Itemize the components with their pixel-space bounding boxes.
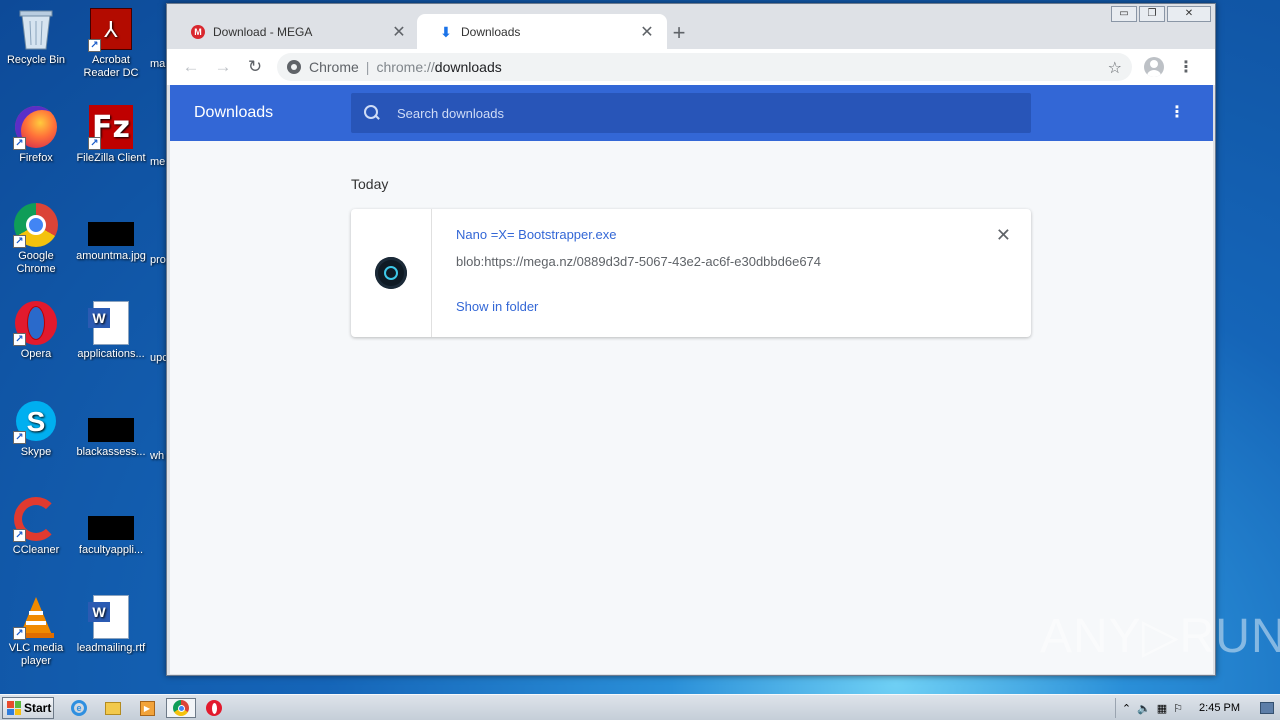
- download-item-icon-column: [351, 209, 432, 337]
- shortcut-arrow-icon: ↗: [13, 137, 26, 150]
- shortcut-arrow-icon: ↗: [13, 627, 26, 640]
- anyrun-watermark: ANY▷RUN: [1040, 610, 1280, 663]
- start-button[interactable]: Start: [2, 697, 54, 719]
- browser-toolbar: ← → ↻ Chrome | chrome:// downloads ☆ ⋮: [167, 49, 1215, 85]
- show-desktop-icon[interactable]: [1260, 702, 1274, 714]
- desktop-icon-acrobat[interactable]: ⅄ ↗ Acrobat Reader DC: [75, 6, 147, 80]
- tab-title: Download - MEGA: [213, 24, 313, 39]
- desktop-icon-firefox[interactable]: ↗ Firefox: [0, 104, 72, 165]
- acrobat-icon: ⅄ ↗: [88, 6, 134, 52]
- system-tray: ⌃ 🔈 ▦ ⚐ 2:45 PM: [1114, 695, 1280, 720]
- partial-label: pro: [150, 254, 166, 266]
- taskbar: Start e ▶ ⌃ 🔈 ▦ ⚐ 2:45 PM: [0, 694, 1280, 720]
- remove-download-icon[interactable]: ✕: [996, 225, 1011, 246]
- shortcut-arrow-icon: ↗: [88, 39, 101, 52]
- skype-icon: S ↗: [13, 398, 59, 444]
- desktop-icon-ccleaner[interactable]: ↗ CCleaner: [0, 496, 72, 557]
- taskbar-explorer-icon[interactable]: [102, 698, 124, 718]
- shortcut-arrow-icon: ↗: [13, 431, 26, 444]
- clock[interactable]: 2:45 PM: [1199, 702, 1240, 714]
- tab-strip: M Download - MEGA ✕ ⬇ Downloads ✕ +: [167, 12, 1215, 49]
- desktop-icon-leadmailing[interactable]: W leadmailing.rtf: [75, 594, 147, 655]
- omnibox-scheme-label: Chrome: [309, 59, 359, 75]
- download-item: Nano =X= Bootstrapper.exe blob:https://m…: [351, 209, 1031, 337]
- file-icon: [88, 398, 134, 444]
- partial-label: wh: [150, 450, 165, 462]
- shortcut-arrow-icon: ↗: [13, 333, 26, 346]
- word-document-icon: W: [88, 300, 134, 346]
- desktop-icon-google-chrome[interactable]: ↗ Google Chrome: [0, 202, 72, 276]
- download-file-name-link[interactable]: Nano =X= Bootstrapper.exe: [456, 227, 1007, 242]
- word-document-icon: W: [88, 594, 134, 640]
- downloads-page: Downloads ⋮ Today Nano =X= Bootstrapper.…: [170, 85, 1213, 674]
- filezilla-icon: Fz ↗: [88, 104, 134, 150]
- profile-avatar-icon[interactable]: [1144, 57, 1164, 77]
- taskbar-opera-icon[interactable]: [203, 698, 225, 718]
- chrome-page-info-icon[interactable]: [287, 60, 301, 74]
- show-hidden-icons-icon[interactable]: ⌃: [1122, 702, 1131, 715]
- ccleaner-icon: ↗: [13, 496, 59, 542]
- show-in-folder-link[interactable]: Show in folder: [456, 299, 538, 314]
- start-label: Start: [24, 701, 52, 715]
- tab-close-icon[interactable]: ✕: [391, 22, 407, 42]
- forward-icon[interactable]: →: [207, 57, 239, 77]
- page-title: Downloads: [194, 104, 274, 121]
- shortcut-arrow-icon: ↗: [88, 137, 101, 150]
- shortcut-arrow-icon: ↗: [13, 529, 26, 542]
- download-item-details: Nano =X= Bootstrapper.exe blob:https://m…: [432, 209, 1031, 337]
- mega-icon: M: [191, 24, 205, 39]
- download-icon: ⬇: [440, 23, 452, 40]
- partial-label: ma: [150, 58, 166, 70]
- network-icon[interactable]: ▦: [1157, 702, 1167, 715]
- tray-separator: [1114, 698, 1116, 718]
- tab-close-icon[interactable]: ✕: [639, 22, 655, 42]
- partial-label: upc: [150, 352, 166, 364]
- downloads-header: Downloads ⋮: [170, 85, 1213, 141]
- tab-downloads[interactable]: ⬇ Downloads ✕: [417, 14, 667, 49]
- shortcut-arrow-icon: ↗: [13, 235, 26, 248]
- desktop-icon-filezilla[interactable]: Fz ↗ FileZilla Client: [75, 104, 147, 165]
- volume-icon[interactable]: 🔈: [1137, 702, 1151, 715]
- chrome-menu-icon[interactable]: ⋮: [1178, 57, 1194, 77]
- search-box[interactable]: [351, 93, 1031, 133]
- desktop-icon-skype[interactable]: S ↗ Skype: [0, 398, 72, 459]
- action-center-flag-icon[interactable]: ⚐: [1173, 702, 1183, 715]
- tab-download-mega[interactable]: M Download - MEGA ✕: [169, 14, 419, 49]
- file-icon: [88, 496, 134, 542]
- search-input[interactable]: [397, 105, 997, 121]
- bookmark-star-icon[interactable]: ☆: [1108, 58, 1122, 78]
- tab-title: Downloads: [461, 24, 521, 39]
- desktop-icon-applications[interactable]: W applications...: [75, 300, 147, 361]
- desktop-icon-opera[interactable]: ↗ Opera: [0, 300, 72, 361]
- desktop-icon-amountma[interactable]: amountma.jpg: [75, 202, 147, 263]
- omnibox-url-path: downloads: [434, 59, 502, 75]
- partial-label: me: [150, 156, 166, 168]
- taskbar-media-player-icon[interactable]: ▶: [136, 698, 158, 718]
- omnibox-url-prefix: chrome://: [376, 59, 435, 75]
- reload-icon[interactable]: ↻: [239, 57, 271, 77]
- desktop-icon-vlc[interactable]: ↗ VLC media player: [0, 594, 72, 668]
- executable-file-icon: [375, 257, 407, 289]
- omnibox-separator: |: [365, 59, 370, 75]
- chrome-icon: ↗: [13, 202, 59, 248]
- chrome-window: ▭ ❐ ✕ M Download - MEGA ✕ ⬇ Downloads ✕ …: [166, 3, 1216, 676]
- taskbar-chrome-icon[interactable]: [166, 698, 196, 718]
- new-tab-button[interactable]: +: [667, 20, 691, 46]
- desktop-icon-facultyappli[interactable]: facultyappli...: [75, 496, 147, 557]
- windows-logo-icon: [7, 701, 21, 715]
- desktop-icon-blackassess[interactable]: blackassess...: [75, 398, 147, 459]
- desktop-icon-recycle-bin[interactable]: Recycle Bin: [0, 6, 72, 67]
- download-source-url[interactable]: blob:https://mega.nz/0889d3d7-5067-43e2-…: [456, 254, 1007, 269]
- address-bar[interactable]: Chrome | chrome:// downloads ☆: [277, 53, 1132, 81]
- image-file-icon: [88, 202, 134, 248]
- firefox-icon: ↗: [13, 104, 59, 150]
- more-actions-icon[interactable]: ⋮: [1169, 102, 1185, 122]
- recycle-bin-icon: [13, 6, 59, 52]
- back-icon[interactable]: ←: [175, 57, 207, 77]
- taskbar-ie-icon[interactable]: e: [68, 698, 90, 718]
- opera-icon: ↗: [13, 300, 59, 346]
- vlc-icon: ↗: [13, 594, 59, 640]
- date-section-label: Today: [351, 176, 389, 192]
- search-icon: [363, 104, 381, 122]
